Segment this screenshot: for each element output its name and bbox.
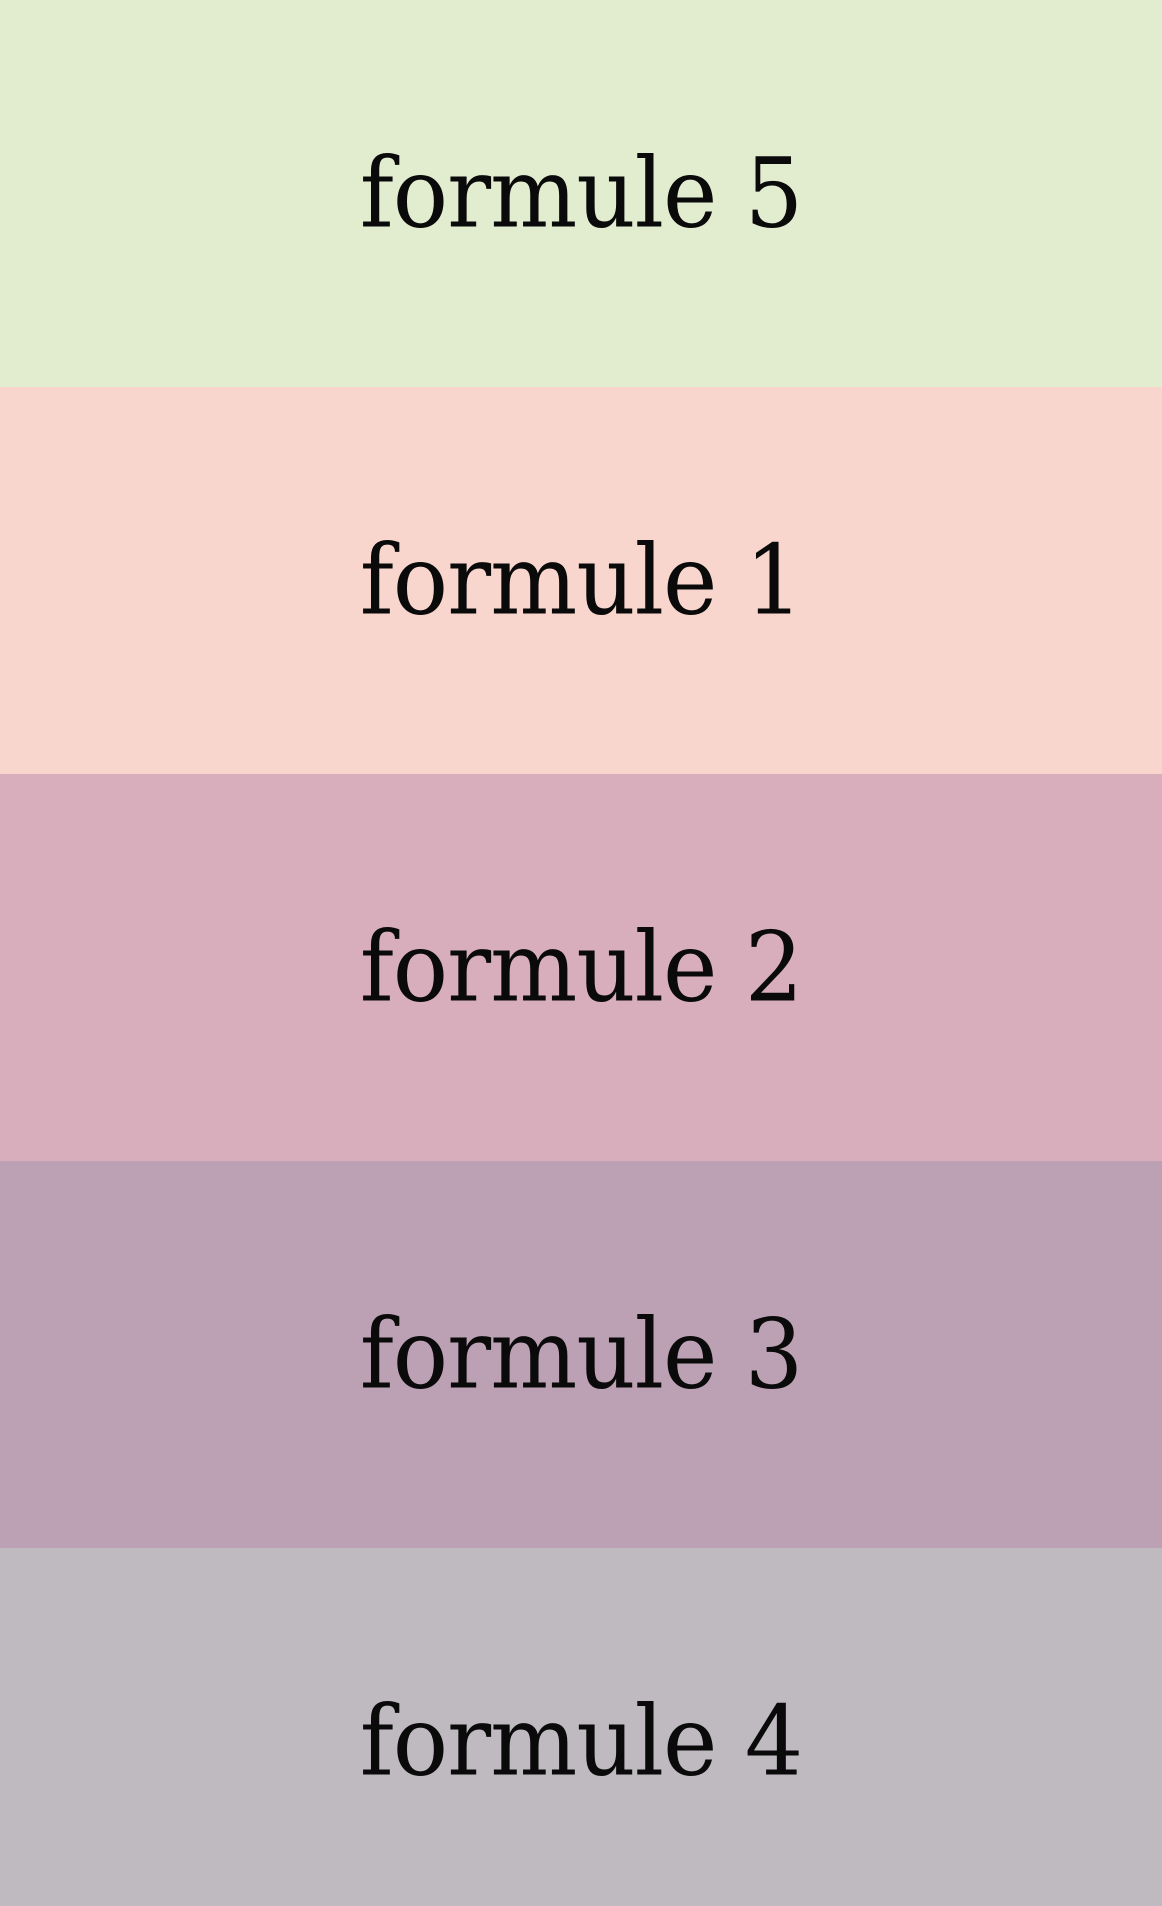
formule-1-label: formule 1	[359, 523, 804, 637]
formule-1-option[interactable]: formule 1	[0, 387, 1162, 774]
formule-list: formule 5 formule 1 formule 2 formule 3 …	[0, 0, 1162, 1906]
formule-2-label: formule 2	[359, 910, 804, 1024]
formule-4-option[interactable]: formule 4	[0, 1548, 1162, 1906]
formule-3-label: formule 3	[359, 1297, 804, 1411]
formule-4-label: formule 4	[359, 1685, 804, 1798]
formule-3-option[interactable]: formule 3	[0, 1161, 1162, 1548]
formule-2-option[interactable]: formule 2	[0, 774, 1162, 1161]
formule-5-option[interactable]: formule 5	[0, 0, 1162, 387]
formule-5-label: formule 5	[359, 136, 804, 250]
